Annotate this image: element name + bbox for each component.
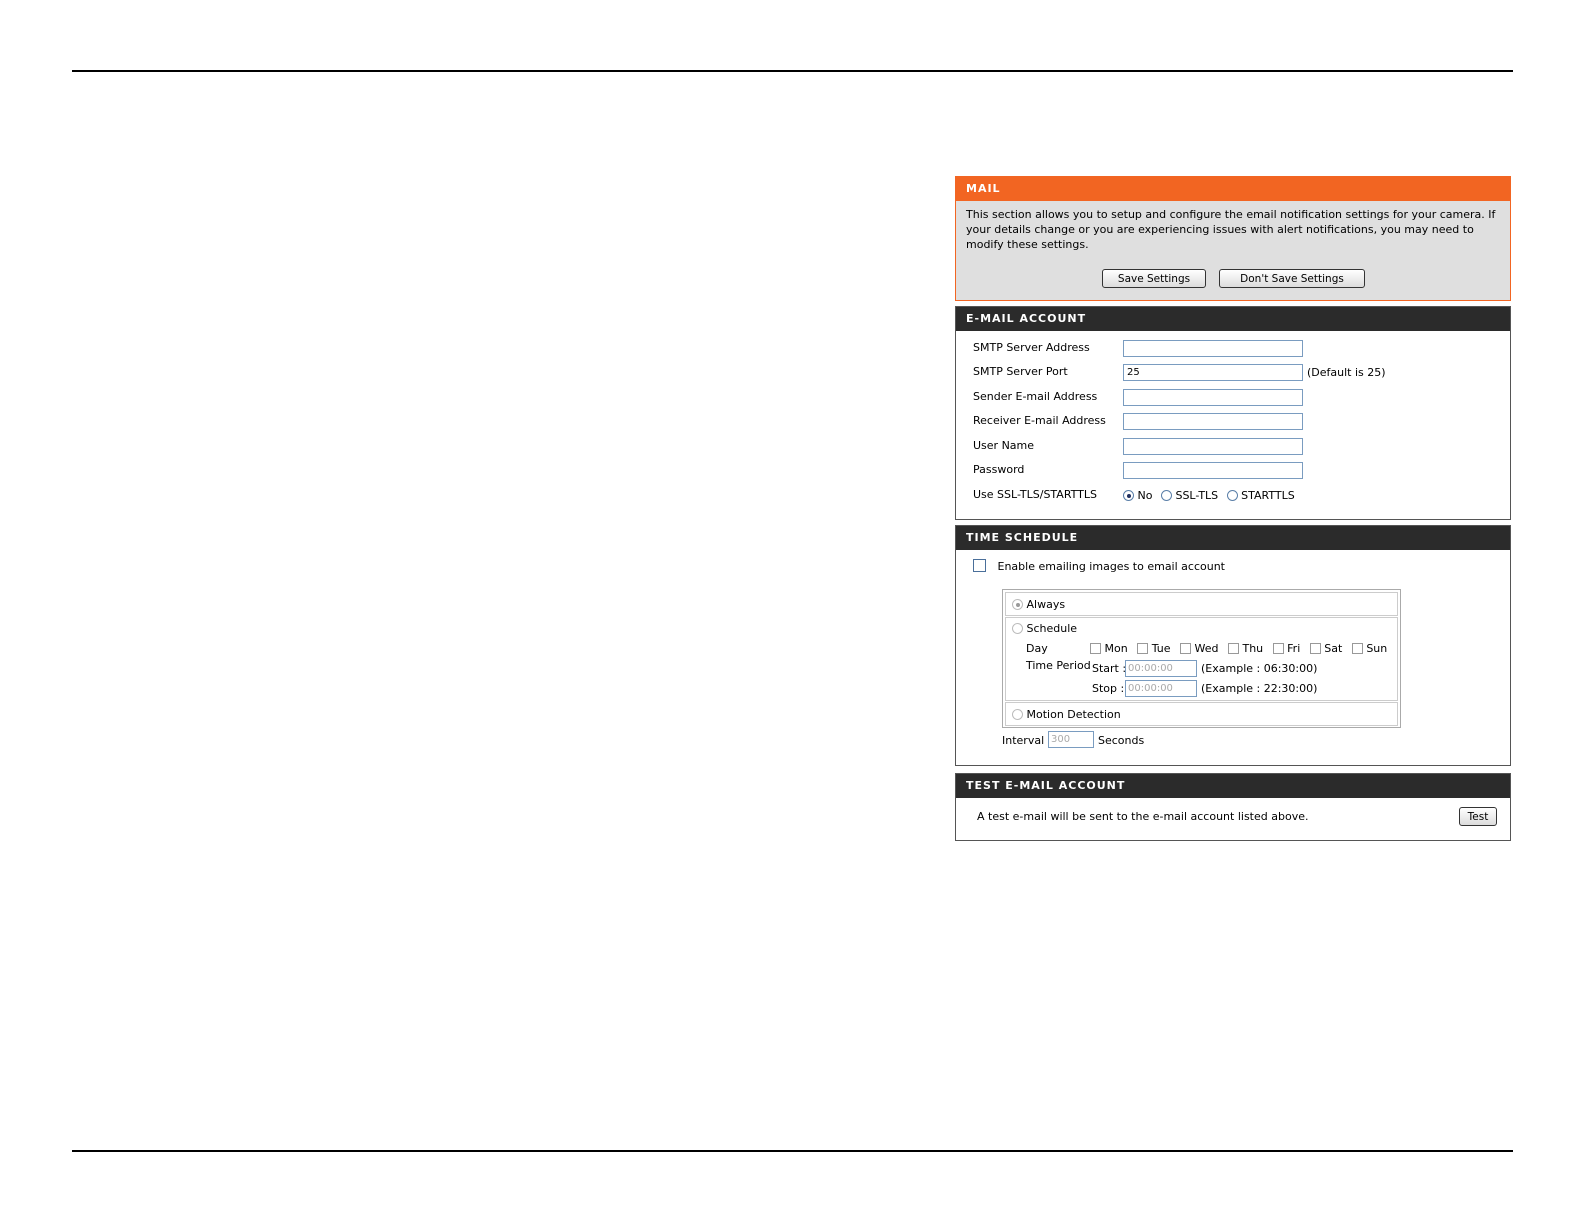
test-email-account-panel: TEST E-MAIL ACCOUNT A test e-mail will b… — [955, 773, 1511, 841]
starttls-radio[interactable] — [1226, 490, 1238, 501]
interval-label: Interval — [1002, 734, 1045, 747]
day-tue-checkbox[interactable] — [1137, 643, 1149, 654]
email-account-panel: E-MAIL ACCOUNT SMTP Server Address SMTP … — [955, 306, 1511, 520]
always-option-box: Always — [1005, 592, 1398, 616]
starttls-label: STARTTLS — [1241, 489, 1295, 502]
always-radio[interactable] — [1012, 599, 1023, 610]
mail-panel: MAIL This section allows you to setup an… — [955, 176, 1511, 301]
enable-emailing-checkbox[interactable] — [973, 559, 986, 572]
day-tue-label: Tue — [1151, 642, 1171, 655]
save-settings-button[interactable]: Save Settings — [1102, 269, 1206, 288]
top-divider — [72, 70, 1513, 72]
sender-email-input[interactable] — [1123, 389, 1303, 406]
smtp-port-default-note: (Default is 25) — [1307, 366, 1386, 379]
start-example-text: (Example : 06:30:00) — [1201, 662, 1318, 675]
sender-email-label: Sender E-mail Address — [973, 390, 1098, 403]
time-schedule-header: TIME SCHEDULE — [956, 526, 1510, 550]
receiver-email-input[interactable] — [1123, 413, 1303, 430]
enable-emailing-row: Enable emailing images to email account — [973, 559, 1225, 573]
start-label: Start : — [1092, 662, 1127, 675]
day-mon-label: Mon — [1104, 642, 1128, 655]
day-thu-checkbox[interactable] — [1227, 643, 1239, 654]
mail-header: MAIL — [956, 177, 1510, 201]
day-sat-label: Sat — [1324, 642, 1343, 655]
day-sun-checkbox[interactable] — [1351, 643, 1363, 654]
ssl-no-radio[interactable] — [1123, 490, 1134, 501]
motion-detection-label: Motion Detection — [1026, 708, 1121, 721]
schedule-label: Schedule — [1026, 622, 1078, 635]
bottom-divider — [72, 1150, 1513, 1152]
seconds-label: Seconds — [1098, 734, 1145, 747]
mail-description: This section allows you to setup and con… — [966, 208, 1496, 251]
day-fri-label: Fri — [1287, 642, 1301, 655]
schedule-radio[interactable] — [1012, 623, 1023, 634]
start-time-input[interactable] — [1125, 660, 1197, 677]
smtp-server-port-input[interactable] — [1123, 364, 1303, 381]
password-label: Password — [973, 463, 1025, 476]
user-name-input[interactable] — [1123, 438, 1303, 455]
user-name-label: User Name — [973, 439, 1035, 452]
motion-option-box: Motion Detection — [1005, 702, 1398, 726]
smtp-server-address-input[interactable] — [1123, 340, 1303, 357]
day-thu-label: Thu — [1242, 642, 1264, 655]
day-label: Day — [1026, 642, 1048, 655]
day-fri-checkbox[interactable] — [1272, 643, 1284, 654]
ssl-label: Use SSL-TLS/STARTTLS — [973, 488, 1098, 501]
stop-label: Stop : — [1092, 682, 1125, 695]
dont-save-settings-button[interactable]: Don't Save Settings — [1219, 269, 1365, 288]
stop-example-text: (Example : 22:30:00) — [1201, 682, 1318, 695]
interval-input[interactable] — [1048, 731, 1094, 748]
day-wed-checkbox[interactable] — [1180, 643, 1191, 654]
ssl-tls-label: SSL-TLS — [1175, 489, 1219, 502]
test-button[interactable]: Test — [1459, 807, 1497, 826]
enable-emailing-label: Enable emailing images to email account — [997, 560, 1226, 573]
ssl-options: No SSL-TLS STARTTLS — [1123, 489, 1295, 502]
ssl-no-label: No — [1137, 489, 1153, 502]
day-checkboxes: Mon Tue Wed Thu Fri Sat Sun — [1090, 642, 1387, 655]
schedule-option-box: Schedule Day Mon Tue Wed Thu Fri Sat Sun… — [1005, 617, 1398, 701]
always-label: Always — [1026, 598, 1066, 611]
stop-time-input[interactable] — [1125, 680, 1197, 697]
smtp-server-port-label: SMTP Server Port — [973, 365, 1068, 378]
ssl-tls-radio[interactable] — [1160, 490, 1172, 501]
smtp-server-address-label: SMTP Server Address — [973, 341, 1090, 354]
day-sun-label: Sun — [1366, 642, 1388, 655]
password-input[interactable] — [1123, 462, 1303, 479]
email-account-header: E-MAIL ACCOUNT — [956, 307, 1510, 331]
day-mon-checkbox[interactable] — [1090, 643, 1101, 654]
receiver-email-label: Receiver E-mail Address — [973, 414, 1106, 427]
schedule-options-group: Always Schedule Day Mon Tue Wed Thu Fri … — [1002, 589, 1401, 728]
day-sat-checkbox[interactable] — [1309, 643, 1321, 654]
time-period-label: Time Period — [1026, 659, 1091, 672]
test-email-account-header: TEST E-MAIL ACCOUNT — [956, 774, 1510, 798]
time-schedule-panel: TIME SCHEDULE Enable emailing images to … — [955, 525, 1511, 766]
day-wed-label: Wed — [1194, 642, 1219, 655]
test-email-description: A test e-mail will be sent to the e-mail… — [977, 810, 1309, 823]
motion-detection-radio[interactable] — [1012, 709, 1023, 720]
